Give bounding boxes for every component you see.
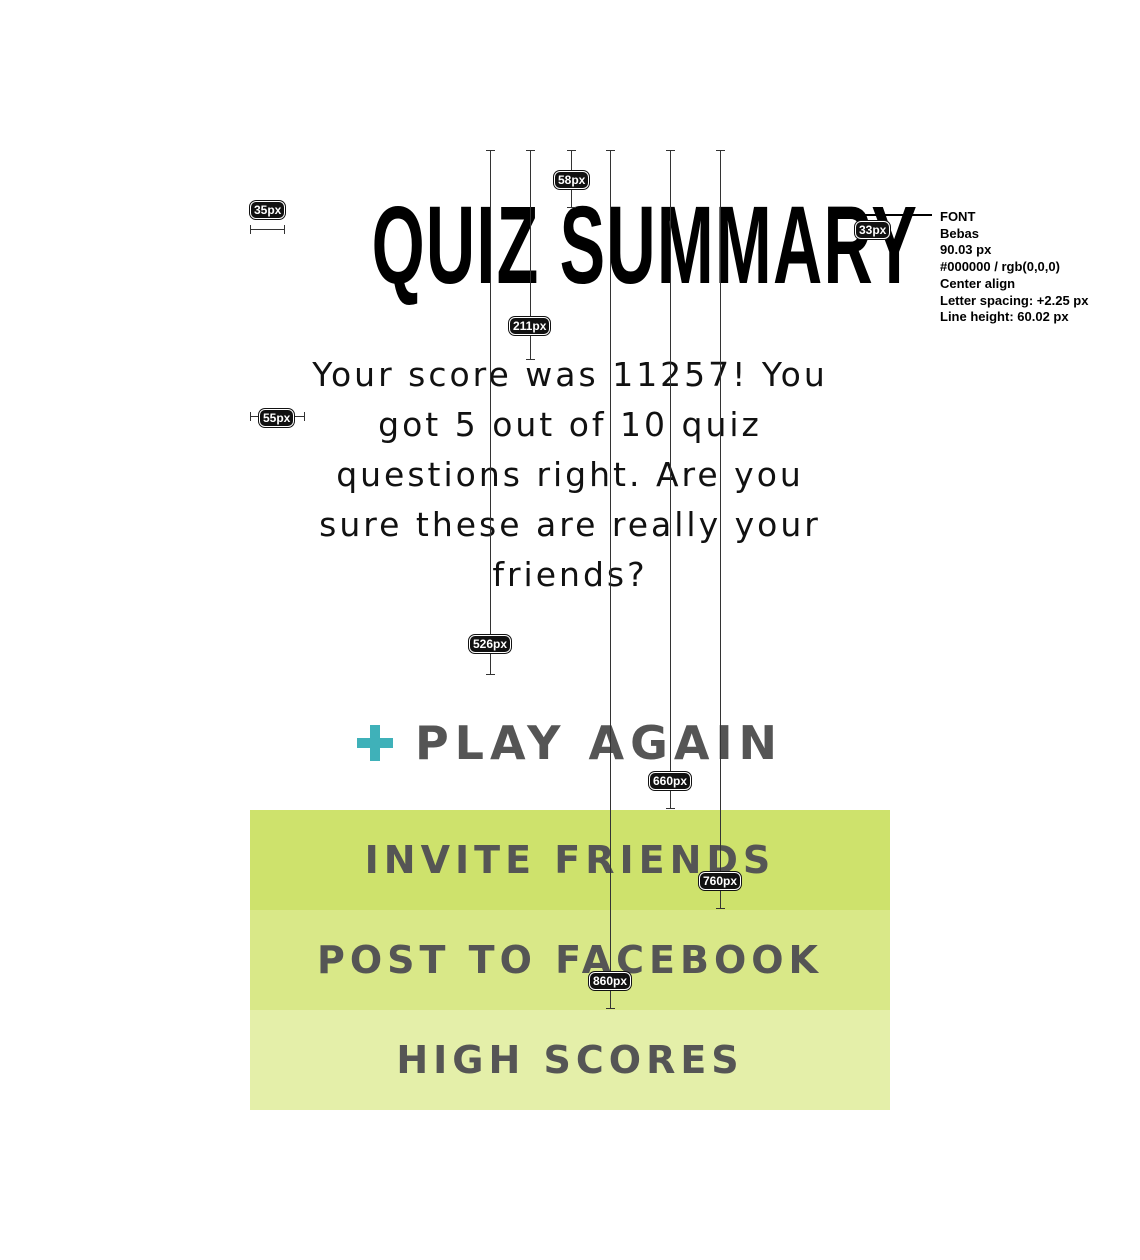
measure-label: 760px — [699, 872, 742, 890]
font-spec-line: Center align — [940, 275, 1016, 291]
measure-label: 211px — [509, 317, 551, 335]
measure-label: 660px — [649, 772, 692, 790]
annotation-pointer-line — [860, 214, 932, 216]
measure-label: 35px — [250, 201, 286, 219]
high-scores-button[interactable]: HIGH SCORES — [250, 1010, 890, 1110]
measure-guide-35 — [250, 225, 285, 234]
font-spec-line: Line height: 60.02 px — [940, 309, 1069, 325]
font-spec-line: FONT — [940, 209, 976, 224]
measure-label: 526px — [469, 635, 512, 653]
font-spec-line: Bebas — [940, 225, 980, 241]
measure-guide-526 — [486, 150, 495, 675]
plus-icon — [356, 725, 393, 761]
measure-label: 33px — [855, 221, 891, 239]
font-spec-note: FONT Bebas 90.03 px #000000 / rgb(0,0,0)… — [940, 209, 1088, 326]
score-summary-text: Your score was 11257! You got 5 out of 1… — [312, 355, 828, 594]
post-to-facebook-button[interactable]: POST TO FACEBOOK — [250, 910, 890, 1010]
page-title: QUIZ SUMMARY — [371, 184, 919, 307]
measure-guide-760 — [716, 150, 725, 909]
measure-label: 58px — [554, 171, 590, 189]
font-spec-line: 90.03 px — [940, 242, 992, 258]
measure-label: 860px — [589, 972, 632, 990]
font-spec-line: Letter spacing: +2.25 px — [940, 292, 1089, 308]
play-again-button[interactable]: PLAY AGAIN — [250, 710, 890, 776]
invite-friends-button[interactable]: INVITE FRIENDS — [250, 810, 890, 910]
measure-guide-660 — [666, 150, 675, 809]
measure-guide-860 — [606, 150, 615, 1009]
play-again-label: PLAY AGAIN — [414, 716, 784, 770]
font-spec-line: #000000 / rgb(0,0,0) — [940, 259, 1060, 275]
measure-label: 55px — [259, 409, 295, 427]
